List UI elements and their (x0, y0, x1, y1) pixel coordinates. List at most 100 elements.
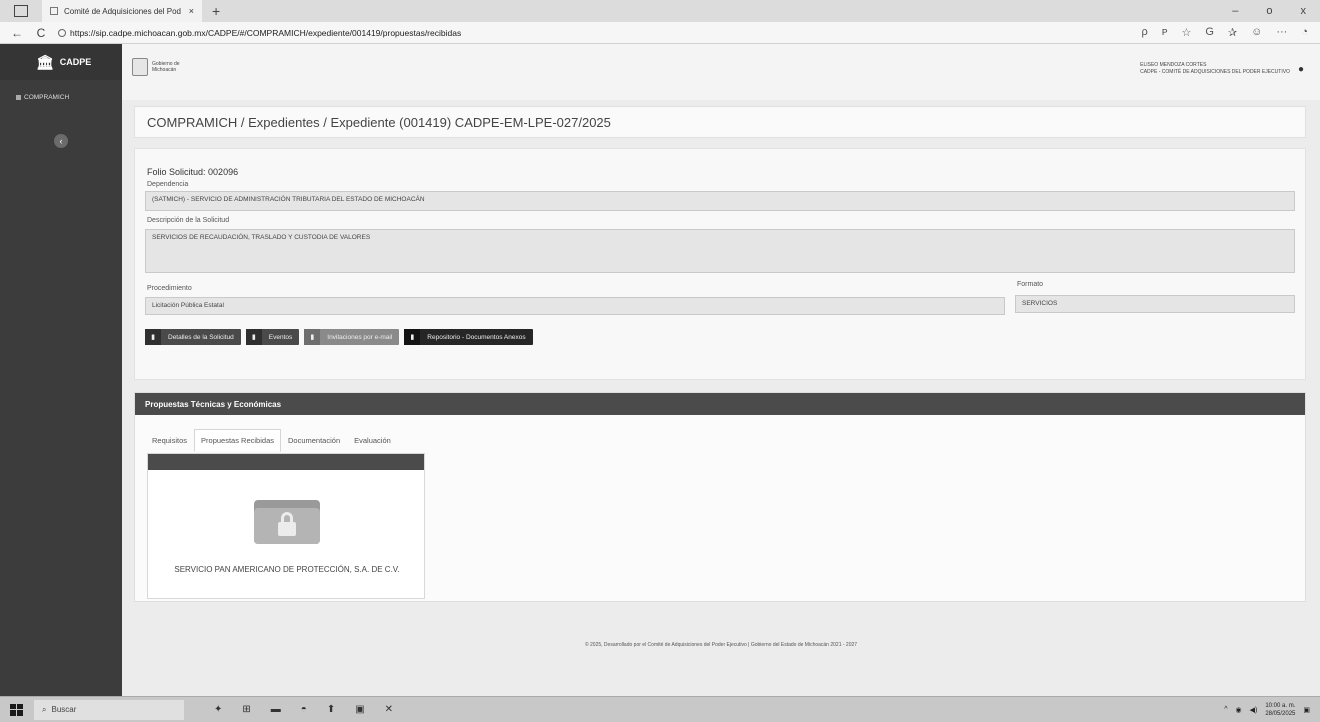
window-menu-icon[interactable] (14, 5, 28, 17)
user-name: ELISEO MENDOZA CORTES (1140, 62, 1207, 68)
brand-name: CADPE (59, 57, 92, 67)
tab-propuestas-recibidas[interactable]: Propuestas Recibidas (194, 429, 281, 452)
system-tray: ^ ◉ ◀) 10:00 a. m. 28/05/2025 ▣ (1224, 702, 1320, 718)
main-content: COMPRAMICH / Expedientes / Expediente (0… (122, 100, 1320, 696)
seal-icon (132, 58, 148, 76)
taskbar: ⌕ Buscar ✦ ⊞ ▬ ◓ ⬆ ▣ ✕ ^ ◉ ◀) 10:00 a. m… (0, 696, 1320, 722)
sidebar-item-compramich[interactable]: COMPRAMICH (0, 80, 122, 101)
proposal-tabs: Requisitos Propuestas Recibidas Document… (145, 429, 398, 452)
sidebar-item-label: COMPRAMICH (24, 94, 70, 101)
taskbar-search[interactable]: ⌕ Buscar (34, 699, 184, 720)
user-menu[interactable]: ELISEO MENDOZA CORTES CADPE - COMITÉ DE … (1140, 62, 1304, 76)
store-icon[interactable]: ▣ (355, 704, 364, 715)
user-info: ELISEO MENDOZA CORTES CADPE - COMITÉ DE … (1140, 62, 1290, 76)
folio: Folio Solicitud: 002096 (147, 167, 238, 177)
back-button[interactable]: ← (10, 26, 24, 40)
procedimiento-field: Licitación Pública Estatal (145, 297, 1005, 315)
minimize-button[interactable]: – (1232, 5, 1238, 17)
button-label: Invitaciones por e-mail (327, 333, 393, 341)
locked-folder-icon (254, 500, 320, 544)
close-tab-icon[interactable]: × (189, 6, 194, 16)
close-window-button[interactable]: x (1301, 5, 1307, 17)
file-explorer-icon[interactable]: ▬ (271, 704, 281, 715)
tray-overflow-icon[interactable]: ^ (1224, 706, 1227, 713)
search-page-icon[interactable]: ρ (1141, 26, 1147, 39)
favorite-star-icon[interactable]: ☆ (1181, 26, 1191, 39)
folder-icon: ▮ (404, 329, 421, 345)
url-text: https://sip.cadpe.michoacan.gob.mx/CADPE… (70, 27, 462, 38)
zoom-icon[interactable]: ᴘ (1162, 26, 1168, 39)
gov-logo-text: Gobierno de Michoacán (152, 61, 180, 73)
folio-label: Folio Solicitud: (147, 167, 206, 177)
supplier-name: SERVICIO PAN AMERICANO DE PROTECCIÓN, S.… (174, 565, 400, 574)
gov-logo: Gobierno de Michoacán (132, 58, 192, 76)
repositorio-documentos-button[interactable]: ▮ Repositorio - Documentos Anexos (404, 329, 533, 345)
proposals-panel: Propuestas Técnicas y Económicas Requisi… (134, 392, 1306, 602)
folio-value: 002096 (208, 167, 239, 177)
search-label: Buscar (51, 705, 77, 714)
network-icon[interactable]: ◉ (1236, 706, 1242, 714)
detalles-solicitud-button[interactable]: ▮ Detalles de la Solicitud (145, 329, 241, 345)
document-icon: ▮ (145, 329, 161, 345)
url-field[interactable]: https://sip.cadpe.michoacan.gob.mx/CADPE… (58, 28, 461, 38)
site-info-icon[interactable] (58, 28, 66, 37)
app-header: Gobierno de Michoacán ELISEO MENDOZA COR… (122, 44, 1320, 100)
window-controls: – o x (1232, 5, 1320, 17)
temple-icon: 🏛 (36, 53, 54, 70)
user-icon[interactable]: ● (1298, 64, 1304, 75)
calendar-icon: ▮ (245, 329, 262, 345)
tab-requisitos[interactable]: Requisitos (145, 429, 194, 452)
widgets-icon[interactable]: ✦ (214, 704, 222, 715)
eventos-button[interactable]: ▮ Eventos (245, 329, 300, 345)
button-label: Detalles de la Solicitud (168, 333, 234, 341)
volume-icon[interactable]: ◀) (1250, 706, 1258, 714)
button-label: Eventos (268, 333, 293, 341)
profile-icon[interactable]: ☺ (1251, 26, 1262, 39)
more-icon[interactable]: ··· (1276, 26, 1287, 39)
email-icon: ▮ (304, 329, 321, 345)
browser-toolbar: ρ ᴘ ☆ G ✰ ☺ ··· ◔ (1141, 26, 1320, 39)
formato-label: Formato (1017, 281, 1044, 288)
browser-tab[interactable]: Comité de Adquisiciones del Pod × (42, 0, 202, 22)
maximize-button[interactable]: o (1266, 5, 1272, 17)
breadcrumb: COMPRAMICH / Expedientes / Expediente (0… (134, 106, 1306, 138)
dependencia-label: Dependencia (147, 181, 189, 188)
new-tab-button[interactable]: + (212, 3, 220, 19)
clock-time: 10:00 a. m. (1265, 702, 1296, 709)
reload-button[interactable]: C (34, 26, 48, 40)
tab-documentacion[interactable]: Documentación (281, 429, 347, 452)
solicitud-panel: Folio Solicitud: 002096 Dependencia (SAT… (134, 148, 1306, 380)
browser-titlebar: Comité de Adquisiciones del Pod × + – o … (0, 0, 1320, 22)
brand[interactable]: 🏛 CADPE (0, 44, 122, 80)
dependencia-field: (SATMICH) - SERVICIO DE ADMINISTRACIÓN T… (145, 191, 1295, 211)
page-title: COMPRAMICH / Expedientes / Expediente (0… (147, 114, 611, 130)
extension-icon[interactable]: G (1205, 26, 1214, 39)
proposal-card[interactable]: SERVICIO PAN AMERICANO DE PROTECCIÓN, S.… (147, 453, 425, 599)
action-buttons: ▮ Detalles de la Solicitud ▮ Eventos ▮ I… (145, 329, 533, 345)
favicon-icon (50, 7, 58, 15)
tab-title: Comité de Adquisiciones del Pod (64, 6, 181, 16)
tab-evaluacion[interactable]: Evaluación (347, 429, 398, 452)
invitaciones-email-button[interactable]: ▮ Invitaciones por e-mail (304, 329, 400, 345)
task-view-icon[interactable]: ⊞ (242, 704, 250, 715)
taskbar-apps: ✦ ⊞ ▬ ◓ ⬆ ▣ ✕ (214, 704, 393, 715)
panel-title: Propuestas Técnicas y Económicas (135, 393, 1305, 415)
app-sidebar: 🏛 CADPE COMPRAMICH ‹ (0, 44, 122, 696)
excel-icon[interactable]: ✕ (385, 704, 393, 715)
edge-icon[interactable]: ◓ (301, 704, 307, 715)
copilot-icon[interactable]: ◔ (1301, 26, 1308, 39)
search-icon: ⌕ (42, 704, 47, 714)
start-button[interactable] (10, 703, 24, 716)
menu-bullet-icon (16, 95, 21, 100)
card-header (148, 454, 424, 470)
formato-field: SERVICIOS (1015, 295, 1295, 313)
favorites-icon[interactable]: ✰ (1228, 26, 1237, 39)
procedimiento-label: Procedimiento (147, 285, 192, 292)
clock[interactable]: 10:00 a. m. 28/05/2025 (1265, 702, 1295, 718)
descripcion-field: SERVICIOS DE RECAUDACIÓN, TRASLADO Y CUS… (145, 229, 1295, 273)
app-icon[interactable]: ⬆ (327, 704, 335, 715)
address-bar: ← C https://sip.cadpe.michoacan.gob.mx/C… (0, 22, 1320, 44)
notifications-icon[interactable]: ▣ (1303, 706, 1310, 714)
collapse-sidebar-button[interactable]: ‹ (54, 134, 68, 148)
clock-date: 28/05/2025 (1265, 710, 1296, 717)
